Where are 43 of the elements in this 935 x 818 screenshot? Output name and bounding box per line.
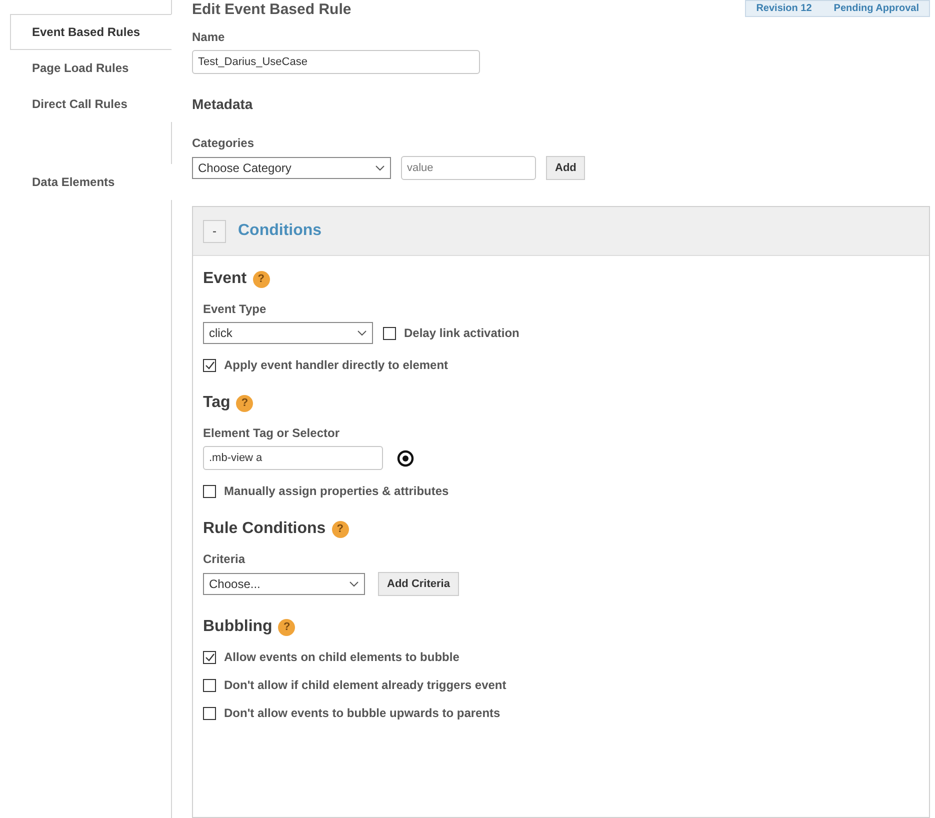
- checkbox-label: Apply event handler directly to element: [224, 358, 448, 372]
- checkbox-label: Delay link activation: [404, 326, 520, 340]
- checkbox[interactable]: [203, 678, 216, 692]
- name-field[interactable]: Test_Darius_UseCase: [192, 50, 480, 74]
- checkbox[interactable]: [203, 484, 216, 498]
- target-icon[interactable]: [397, 450, 414, 466]
- section-heading: Rule Conditions: [203, 520, 326, 538]
- add-button[interactable]: Add: [546, 156, 586, 180]
- section-heading: Event: [203, 270, 247, 288]
- value-field[interactable]: value: [401, 156, 536, 180]
- help-icon[interactable]: ?: [252, 270, 270, 288]
- checkbox-label: Manually assign properties & attributes: [224, 484, 449, 498]
- help-icon[interactable]: ?: [332, 520, 349, 538]
- chevron-icon: [357, 330, 367, 336]
- checkbox-label: Don't allow events to bubble upwards to parents: [224, 706, 500, 720]
- panel-title: Conditions: [238, 222, 322, 240]
- event-type-select[interactable]: click: [203, 322, 373, 344]
- criteria-select[interactable]: Choose...: [203, 573, 365, 595]
- add-criteria-button[interactable]: Add Criteria: [378, 572, 459, 596]
- field-label: Event Type: [203, 302, 268, 316]
- revision-bar[interactable]: Revision 12 Pending Approval: [745, 0, 930, 17]
- collapse-button[interactable]: -: [203, 220, 226, 242]
- checkbox[interactable]: [203, 358, 216, 372]
- section-heading: Bubbling: [203, 618, 272, 636]
- section-heading: Tag: [203, 394, 230, 412]
- help-icon[interactable]: ?: [278, 618, 296, 636]
- selector-field[interactable]: .mb-view a: [203, 446, 383, 470]
- section-heading: Metadata: [192, 96, 254, 112]
- chevron-icon: [375, 165, 385, 171]
- sidebar-item[interactable]: Event Based Rules: [10, 14, 172, 50]
- field-label: Criteria: [203, 552, 246, 566]
- chevron-icon: [349, 581, 359, 587]
- field-label: Element Tag or Selector: [203, 426, 340, 440]
- checkbox-label: Don't allow if child element already triggers event: [224, 678, 506, 692]
- field-label: Name: [192, 30, 226, 44]
- checkbox[interactable]: [203, 650, 216, 664]
- page-title: Edit Event Based Rule: [192, 1, 352, 18]
- field-label: Categories: [192, 136, 256, 150]
- help-icon[interactable]: ?: [236, 394, 254, 412]
- checkbox-label: Allow events on child elements to bubble: [224, 650, 460, 664]
- category-select[interactable]: Choose Category: [192, 157, 391, 179]
- checkbox[interactable]: [383, 326, 396, 340]
- checkbox[interactable]: [203, 706, 216, 720]
